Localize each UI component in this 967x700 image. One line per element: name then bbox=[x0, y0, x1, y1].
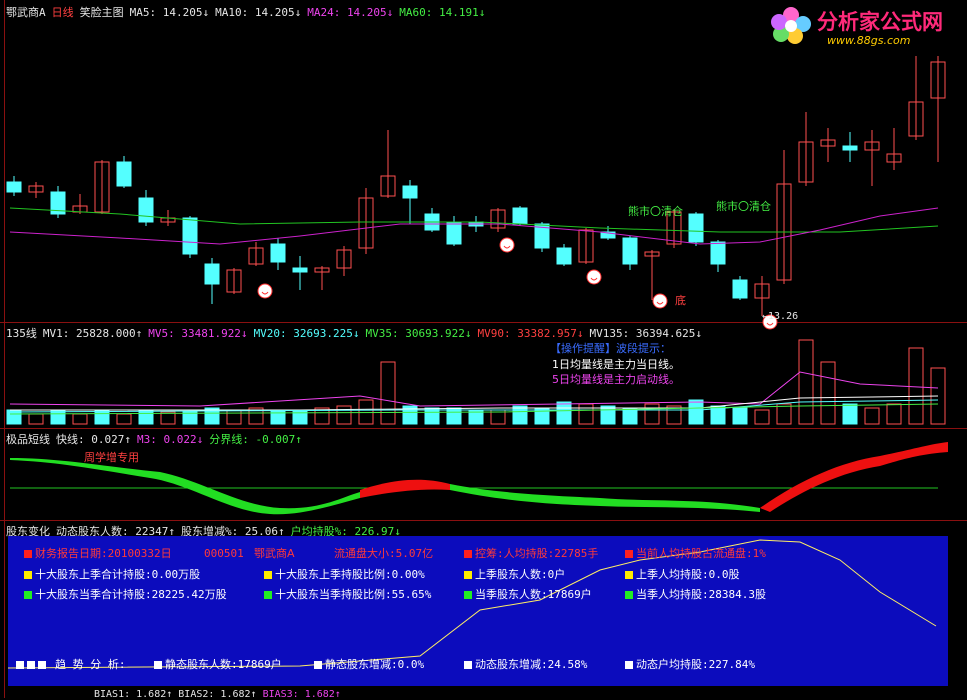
current-quarter-holders: 当季股东人数:17869户 bbox=[464, 586, 592, 602]
green-square-icon bbox=[24, 591, 32, 599]
top10-current-quarter-ratio: 十大股东当季持股比例:55.65% bbox=[264, 586, 431, 602]
red-square-icon bbox=[24, 550, 32, 558]
green-square-icon bbox=[464, 591, 472, 599]
top10-last-quarter-shares: 十大股东上季合计持股:0.00万股 bbox=[24, 566, 200, 582]
red-square-icon bbox=[625, 550, 633, 558]
yellow-square-icon bbox=[24, 571, 32, 579]
float-size: 流通盘大小:5.07亿 bbox=[334, 547, 434, 560]
bias-footer: BIAS1: 1.682↑ BIAS2: 1.682↑ BIAS3: 1.682↑ bbox=[94, 689, 347, 700]
control-per-holder: 控筹:人均持股:22785手 bbox=[464, 545, 598, 561]
last-quarter-per-holder: 上季人均持股:0.0股 bbox=[625, 566, 740, 582]
yellow-square-icon bbox=[464, 571, 472, 579]
stock-code: 000501 bbox=[204, 547, 244, 560]
yellow-square-icon bbox=[625, 571, 633, 579]
trend-analysis-label: 趋 势 分 析: bbox=[16, 656, 126, 672]
stock-name-panel: 鄂武商A bbox=[254, 547, 295, 560]
dynamic-holders-change: 动态股东增减:24.58% bbox=[464, 656, 587, 672]
white-square-icon bbox=[314, 661, 322, 669]
white-square-icon bbox=[154, 661, 162, 669]
last-quarter-holders: 上季股东人数:0户 bbox=[464, 566, 565, 582]
current-quarter-per-holder: 当季人均持股:28384.3股 bbox=[625, 586, 766, 602]
top10-last-quarter-ratio: 十大股东上季持股比例:0.00% bbox=[264, 566, 425, 582]
per-holder-ratio: 当前人均持股占流通盘:1% bbox=[625, 545, 766, 561]
bias3-value: BIAS3: 1.682↑ bbox=[262, 689, 341, 700]
white-square-icon bbox=[27, 661, 35, 669]
report-date: 财务报告日期:20100332日 bbox=[24, 545, 172, 561]
white-square-icon bbox=[464, 661, 472, 669]
white-square-icon bbox=[38, 661, 46, 669]
dynamic-per-holder: 动态户均持股:227.84% bbox=[625, 656, 755, 672]
red-square-icon bbox=[464, 550, 472, 558]
green-square-icon bbox=[625, 591, 633, 599]
yellow-square-icon bbox=[264, 571, 272, 579]
white-square-icon bbox=[16, 661, 24, 669]
white-square-icon bbox=[625, 661, 633, 669]
green-square-icon bbox=[264, 591, 272, 599]
static-holders-change: 静态股东增减:0.0% bbox=[314, 656, 424, 672]
top10-current-quarter-shares: 十大股东当季合计持股:28225.42万股 bbox=[24, 586, 227, 602]
bias2-value: BIAS2: 1.682↑ bbox=[178, 689, 257, 700]
static-holders: 静态股东人数:17869户 bbox=[154, 656, 282, 672]
bias1-value: BIAS1: 1.682↑ bbox=[94, 689, 173, 700]
